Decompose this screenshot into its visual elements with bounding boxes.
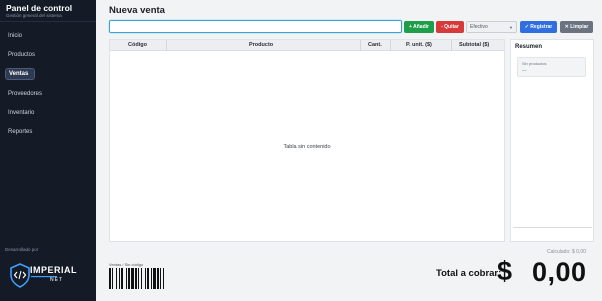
column-header-codigo[interactable]: Código	[128, 42, 147, 48]
chevron-down-icon: ▼	[509, 25, 513, 30]
logo-text: IMPERIAL	[30, 265, 78, 275]
logo-subtext: NET	[50, 277, 63, 283]
payment-method-value: Efectivo	[470, 24, 488, 30]
column-header-producto[interactable]: Producto	[249, 42, 273, 48]
table-header: Código Producto Cant. P. unit. ($) Subto…	[110, 40, 504, 51]
sidebar-item-reportes[interactable]: Reportes	[5, 126, 35, 138]
barcode-icon	[109, 268, 164, 289]
column-header-precio-unitario[interactable]: P. unit. ($)	[406, 42, 432, 48]
app-title: Panel de control	[6, 3, 73, 13]
total-currency: $	[497, 256, 513, 286]
sidebar-item-inventario[interactable]: Inventario	[5, 107, 35, 119]
sidebar-item-inicio[interactable]: Inicio	[5, 30, 35, 42]
summary-box-label: Sin productos	[522, 61, 547, 66]
total-label: Total a cobrar:	[436, 268, 502, 279]
register-button[interactable]: ✓ Registrar	[520, 21, 557, 33]
add-button[interactable]: + Añadir	[404, 21, 434, 33]
clear-button[interactable]: ✕ Limpiar	[560, 21, 593, 33]
sidebar-item-productos[interactable]: Productos	[5, 49, 35, 61]
summary-divider	[513, 227, 592, 228]
column-divider	[451, 40, 452, 51]
sales-table[interactable]: Código Producto Cant. P. unit. ($) Subto…	[109, 39, 505, 242]
search-input[interactable]	[109, 20, 402, 33]
sidebar-item-proveedores[interactable]: Proveedores	[5, 88, 42, 100]
sidebar-divider	[0, 21, 96, 22]
summary-panel: Resumen Sin productos —	[510, 39, 594, 242]
column-divider	[360, 40, 361, 51]
summary-title: Resumen	[515, 44, 543, 50]
total-value: 0,00	[532, 257, 587, 287]
empty-table-message: Tabla sin contenido	[283, 144, 331, 150]
payment-method-select[interactable]: Efectivo ▼	[466, 21, 517, 33]
app-subtitle: Gestión general del sistema	[6, 13, 62, 18]
developed-by-label: Desarrollado por	[5, 247, 39, 252]
remove-button[interactable]: - Quitar	[436, 21, 464, 33]
summary-box-value: —	[522, 68, 527, 73]
page-title: Nueva venta	[109, 5, 165, 16]
summary-box: Sin productos —	[517, 57, 586, 77]
sidebar-item-ventas[interactable]: Ventas	[5, 68, 35, 80]
column-header-subtotal[interactable]: Subtotal ($)	[459, 42, 489, 48]
column-header-cantidad[interactable]: Cant.	[368, 42, 382, 48]
column-divider	[166, 40, 167, 51]
column-divider	[390, 40, 391, 51]
barcode-label: Ventas / Sin código	[109, 262, 144, 267]
calculated-total: Calculado: $ 0,00	[547, 249, 586, 255]
sidebar: Panel de control Gestión general del sis…	[0, 0, 96, 301]
